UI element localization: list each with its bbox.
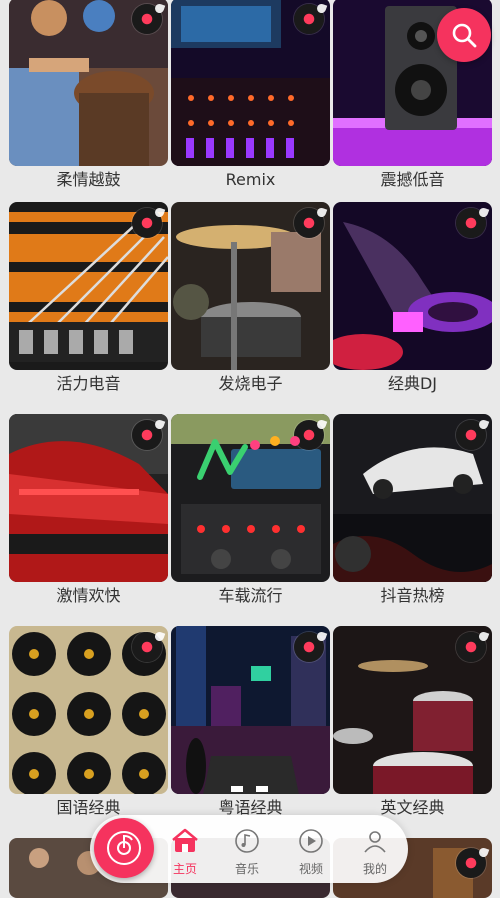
- nav-item-music[interactable]: 音乐: [222, 828, 272, 877]
- category-thumbnail: [171, 0, 330, 166]
- vinyl-disc-icon: [294, 4, 324, 34]
- vinyl-disc-icon: [107, 831, 141, 865]
- nav-item-label: 主页: [172, 862, 197, 876]
- vinyl-disc-icon: [132, 208, 162, 238]
- category-thumbnail: [333, 202, 492, 370]
- vinyl-disc-icon: [456, 420, 486, 450]
- nav-item-video[interactable]: 视频: [286, 828, 336, 877]
- category-thumbnail: [333, 626, 492, 794]
- nav-item-home[interactable]: 主页: [160, 828, 210, 877]
- category-tile-passionate-upbeat[interactable]: 激情欢快: [9, 414, 168, 610]
- vinyl-disc-icon: [456, 632, 486, 662]
- category-thumbnail: [9, 414, 168, 582]
- vinyl-disc-icon: [456, 848, 486, 878]
- nav-item-label: 音乐: [234, 862, 259, 876]
- vinyl-disc-icon: [456, 208, 486, 238]
- category-thumbnail: [9, 202, 168, 370]
- search-icon: [452, 23, 477, 48]
- category-tile-car-pop[interactable]: 车载流行: [171, 414, 330, 610]
- category-tile-mandarin-classics[interactable]: 国语经典: [9, 626, 168, 822]
- category-thumbnail: [171, 202, 330, 370]
- category-label: 抖音热榜: [380, 586, 445, 605]
- category-thumbnail: [9, 0, 168, 166]
- play-icon: [299, 829, 323, 853]
- category-tile-douyin-hot-chart[interactable]: 抖音热榜: [333, 414, 492, 610]
- category-tile-remix[interactable]: Remix: [171, 0, 330, 194]
- nav-item-me[interactable]: 我的: [350, 828, 400, 877]
- category-label: 发烧电子: [218, 374, 283, 393]
- category-label: 柔情越鼓: [56, 170, 121, 189]
- vinyl-disc-icon: [132, 632, 162, 662]
- search-button[interactable]: [437, 8, 491, 62]
- nav-item-label: 我的: [362, 862, 387, 876]
- category-tile-classic-dj[interactable]: 经典DJ: [333, 202, 492, 398]
- vinyl-disc-icon: [294, 208, 324, 238]
- category-thumbnail: [171, 414, 330, 582]
- user-icon: [364, 831, 386, 853]
- vinyl-disc-icon: [294, 420, 324, 450]
- vinyl-disc-icon: [132, 420, 162, 450]
- vinyl-disc-icon: [132, 4, 162, 34]
- vinyl-disc-icon: [294, 632, 324, 662]
- category-tile-hifi-electronic[interactable]: 发烧电子: [171, 202, 330, 398]
- category-thumbnail: [9, 626, 168, 794]
- nav-item-label: 视频: [298, 862, 323, 876]
- category-label: 震撼低音: [380, 170, 445, 189]
- home-icon: [172, 828, 198, 852]
- category-thumbnail: [171, 626, 330, 794]
- category-label: 活力电音: [56, 374, 121, 393]
- category-label: 经典DJ: [387, 374, 438, 393]
- category-tile-cantonese-classics[interactable]: 粤语经典: [171, 626, 330, 822]
- category-label: 激情欢快: [56, 586, 121, 605]
- category-tile-english-classics[interactable]: 英文经典: [333, 626, 492, 822]
- category-tile-energetic-electro[interactable]: 活力电音: [9, 202, 168, 398]
- now-playing-disc-button[interactable]: [94, 818, 154, 878]
- category-thumbnail: [333, 414, 492, 582]
- category-grid: 柔情越鼓 Remix 震撼低音 活力电音 发烧电子 经典DJ 激情欢快 车载流行…: [0, 0, 500, 898]
- category-label: Remix: [225, 170, 276, 189]
- music-note-icon: [235, 829, 259, 853]
- category-label: 车载流行: [218, 586, 283, 605]
- category-tile-soft-drums[interactable]: 柔情越鼓: [9, 0, 168, 194]
